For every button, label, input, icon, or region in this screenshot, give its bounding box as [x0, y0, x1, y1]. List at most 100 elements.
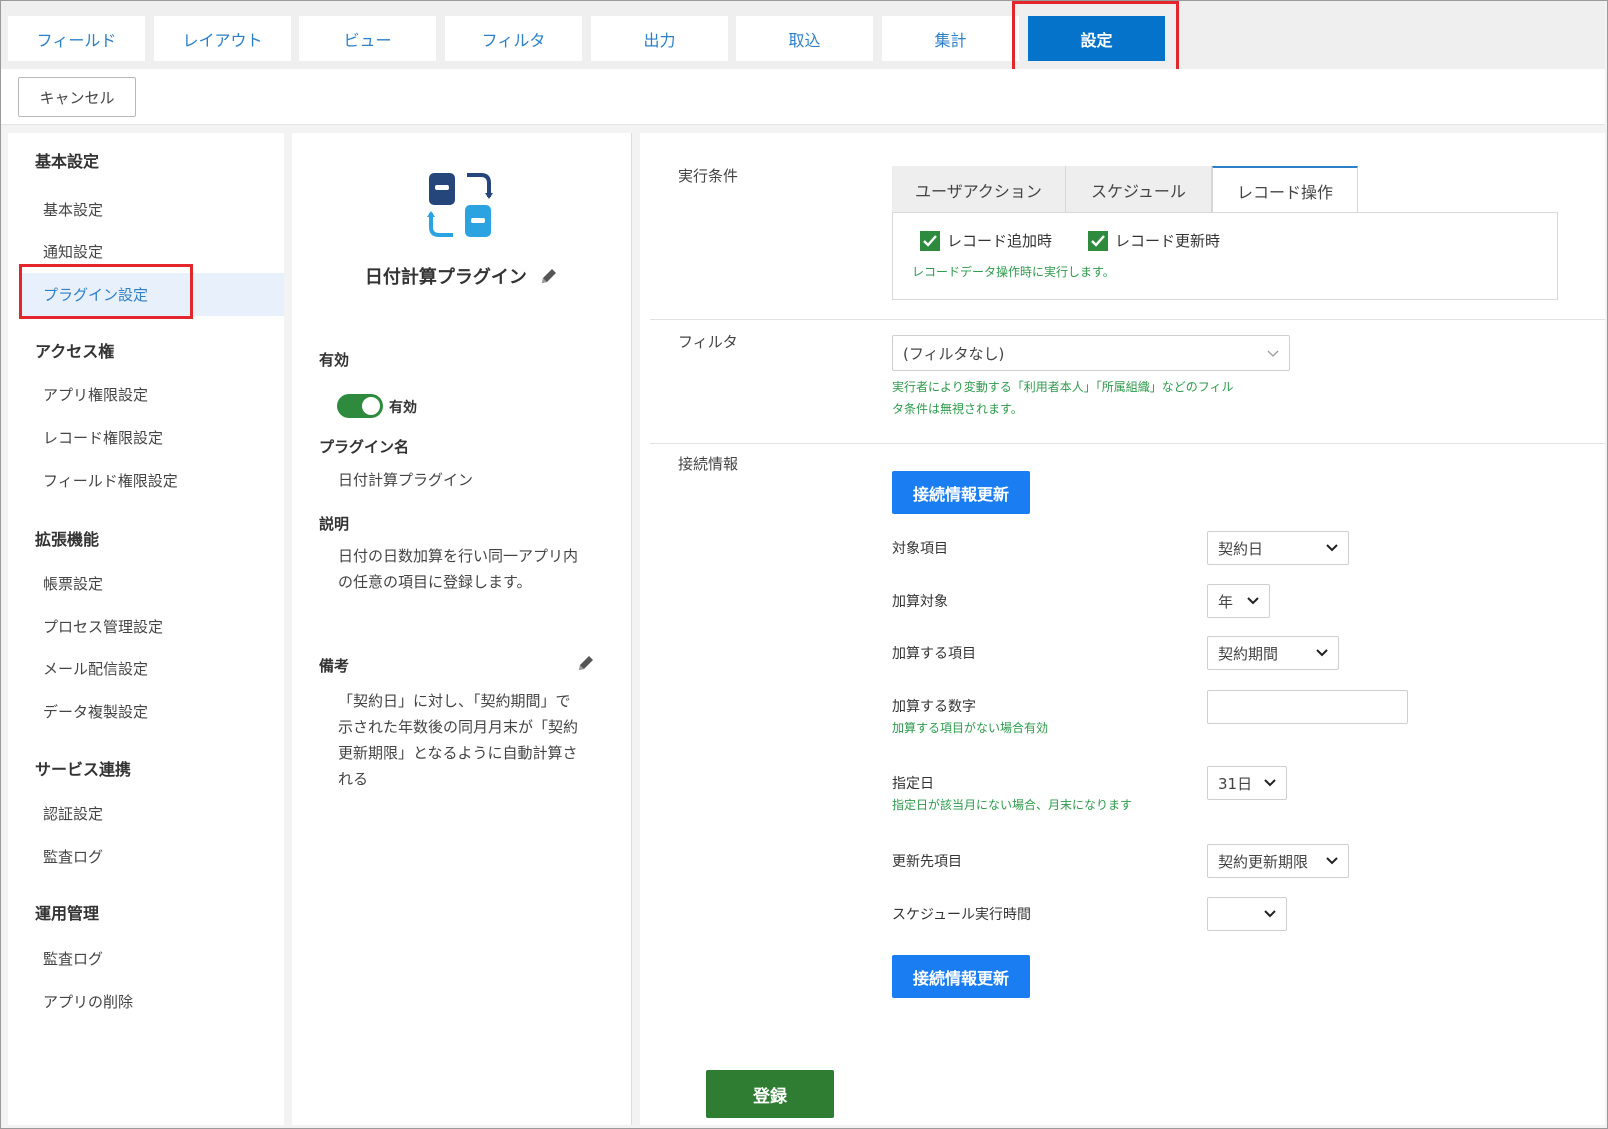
- day-note: 指定日が該当月にない場合、月末になります: [892, 798, 1133, 812]
- add-target-select[interactable]: 年: [1207, 584, 1270, 618]
- execution-note: レコードデータ操作時に実行します。: [912, 265, 1115, 279]
- cancel-button[interactable]: キャンセル: [18, 77, 136, 117]
- sidebar-item-notification-settings[interactable]: 通知設定: [43, 241, 103, 262]
- sidebar-item-audit-log[interactable]: 監査ログ: [43, 846, 103, 867]
- chevron-down-icon: [1326, 544, 1338, 552]
- plugin-title: 日付計算プラグイン: [292, 263, 632, 289]
- description-label: 説明: [319, 515, 350, 533]
- add-number-input[interactable]: [1207, 690, 1408, 724]
- update-connection-button-bottom[interactable]: 接続情報更新: [892, 955, 1030, 998]
- sidebar-item-app-permissions[interactable]: アプリ権限設定: [43, 384, 148, 405]
- tab-filter[interactable]: フィルタ: [445, 16, 582, 61]
- schedule-time-label: スケジュール実行時間: [892, 907, 1032, 923]
- filter-note-line: タ条件は無視されます。: [892, 402, 1023, 416]
- divider: [650, 443, 1605, 444]
- sidebar-item-plugin-settings[interactable]: プラグイン設定: [43, 284, 148, 305]
- tab-record-operation[interactable]: レコード操作: [1212, 166, 1358, 213]
- connection-info-label: 接続情報: [678, 455, 739, 473]
- schedule-time-select[interactable]: [1207, 897, 1287, 931]
- add-field-select[interactable]: 契約期間: [1207, 636, 1339, 670]
- target-field-select[interactable]: 契約日: [1207, 531, 1349, 565]
- filter-note-line: 実行者により変動する「利用者本人」「所属組織」などのフィル: [892, 380, 1234, 394]
- target-field-label: 対象項目: [892, 541, 948, 557]
- target-field-value: 契約日: [1218, 539, 1264, 558]
- sidebar-heading-extensions: 拡張機能: [35, 530, 100, 549]
- dest-field-value: 契約更新期限: [1218, 852, 1309, 871]
- sidebar-heading-access: アクセス権: [35, 342, 115, 361]
- day-value: 31日: [1218, 774, 1253, 793]
- top-tab-bar: フィールド レイアウト ビュー フィルタ 出力 取込 集計 設定: [1, 1, 1605, 69]
- description-line: 日付の日数加算を行い同一アプリ内: [338, 547, 579, 565]
- tab-output[interactable]: 出力: [591, 16, 728, 61]
- add-number-label: 加算する数字: [892, 699, 976, 715]
- plugin-info-panel: 日付計算プラグイン 有効 有効 プラグイン名 日付計算プラグイン 説明 日付の日…: [292, 133, 632, 1125]
- tab-import[interactable]: 取込: [736, 16, 873, 61]
- notes-line: 「契約日」に対し、「契約期間」で: [338, 692, 571, 710]
- plugin-config-panel: 実行条件 ユーザアクション スケジュール レコード操作 レコード追加時 レコード…: [640, 133, 1605, 1125]
- date-calc-plugin-icon: [427, 173, 493, 237]
- add-field-label: 加算する項目: [892, 646, 976, 662]
- checkbox-record-add-label: レコード追加時: [947, 232, 1053, 250]
- sidebar-heading-basic: 基本設定: [35, 152, 100, 171]
- checkbox-record-update-label: レコード更新時: [1115, 232, 1221, 250]
- update-connection-button-top[interactable]: 接続情報更新: [892, 471, 1030, 514]
- sidebar-item-audit-log-2[interactable]: 監査ログ: [43, 948, 103, 969]
- notes-line: 更新期限」となるように自動計算さ: [338, 744, 578, 762]
- tab-aggregate[interactable]: 集計: [882, 16, 1019, 61]
- chevron-down-icon: [1267, 350, 1279, 357]
- description-text: 日付の日数加算を行い同一アプリ内 の任意の項目に登録します。: [338, 543, 608, 595]
- chevron-down-icon: [1264, 779, 1276, 787]
- enabled-toggle[interactable]: [337, 394, 383, 418]
- tab-settings[interactable]: 設定: [1028, 16, 1165, 61]
- sidebar-item-process[interactable]: プロセス管理設定: [43, 616, 163, 637]
- tab-schedule[interactable]: スケジュール: [1066, 166, 1212, 213]
- add-target-label: 加算対象: [892, 594, 948, 610]
- add-field-value: 契約期間: [1218, 644, 1279, 663]
- chevron-down-icon: [1326, 857, 1338, 865]
- plugin-name-label: プラグイン名: [319, 438, 410, 456]
- tab-view[interactable]: ビュー: [299, 16, 436, 61]
- add-target-value: 年: [1218, 592, 1234, 611]
- tab-fields[interactable]: フィールド: [8, 16, 145, 61]
- edit-title-pencil-icon[interactable]: [539, 266, 559, 286]
- plugin-name-value: 日付計算プラグイン: [338, 471, 474, 489]
- day-label: 指定日: [892, 776, 934, 792]
- edit-notes-pencil-icon[interactable]: [576, 653, 596, 673]
- filter-select-value: (フィルタなし): [903, 344, 1005, 363]
- sidebar-item-auth[interactable]: 認証設定: [43, 803, 103, 824]
- tab-layout[interactable]: レイアウト: [154, 16, 291, 61]
- sidebar-item-record-permissions[interactable]: レコード権限設定: [43, 427, 163, 448]
- chevron-down-icon: [1264, 910, 1276, 918]
- filter-select[interactable]: (フィルタなし): [892, 335, 1290, 371]
- plugin-title-text: 日付計算プラグイン: [364, 267, 527, 288]
- add-number-note: 加算する項目がない場合有効: [892, 721, 1049, 735]
- notes-text: 「契約日」に対し、「契約期間」で 示された年数後の同月月末が「契約 更新期限」と…: [338, 688, 608, 792]
- register-button[interactable]: 登録: [706, 1070, 834, 1118]
- record-operation-panel: レコード追加時 レコード更新時 レコードデータ操作時に実行します。: [892, 212, 1558, 300]
- description-line: の任意の項目に登録します。: [338, 573, 532, 591]
- sidebar-item-field-permissions[interactable]: フィールド権限設定: [43, 470, 178, 491]
- chevron-down-icon: [1247, 597, 1259, 605]
- sidebar-item-data-copy[interactable]: データ複製設定: [43, 701, 148, 722]
- sidebar-item-mail[interactable]: メール配信設定: [43, 658, 148, 679]
- enabled-label: 有効: [319, 351, 350, 369]
- sidebar-item-basic-settings[interactable]: 基本設定: [43, 199, 103, 220]
- execution-condition-label: 実行条件: [678, 167, 739, 185]
- dest-field-select[interactable]: 契約更新期限: [1207, 844, 1349, 878]
- filter-note: 実行者により変動する「利用者本人」「所属組織」などのフィル タ条件は無視されます…: [892, 376, 1234, 420]
- filter-label: フィルタ: [678, 333, 738, 351]
- day-select[interactable]: 31日: [1207, 766, 1287, 800]
- settings-sidebar: 基本設定 基本設定 通知設定 プラグイン設定 アクセス権 アプリ権限設定 レコー…: [8, 133, 284, 1125]
- sidebar-item-delete-app[interactable]: アプリの削除: [43, 991, 133, 1012]
- notes-line: れる: [338, 770, 369, 788]
- dest-field-label: 更新先項目: [892, 854, 962, 870]
- sidebar-heading-operations: 運用管理: [35, 904, 100, 923]
- action-bar: キャンセル: [1, 69, 1605, 125]
- sidebar-heading-services: サービス連携: [35, 760, 132, 779]
- enabled-toggle-text: 有効: [389, 400, 417, 416]
- checkbox-record-update[interactable]: [1088, 231, 1108, 251]
- tab-user-action[interactable]: ユーザアクション: [892, 166, 1066, 213]
- sidebar-item-forms[interactable]: 帳票設定: [43, 573, 103, 594]
- checkbox-record-add[interactable]: [920, 231, 940, 251]
- notes-line: 示された年数後の同月月末が「契約: [338, 718, 579, 736]
